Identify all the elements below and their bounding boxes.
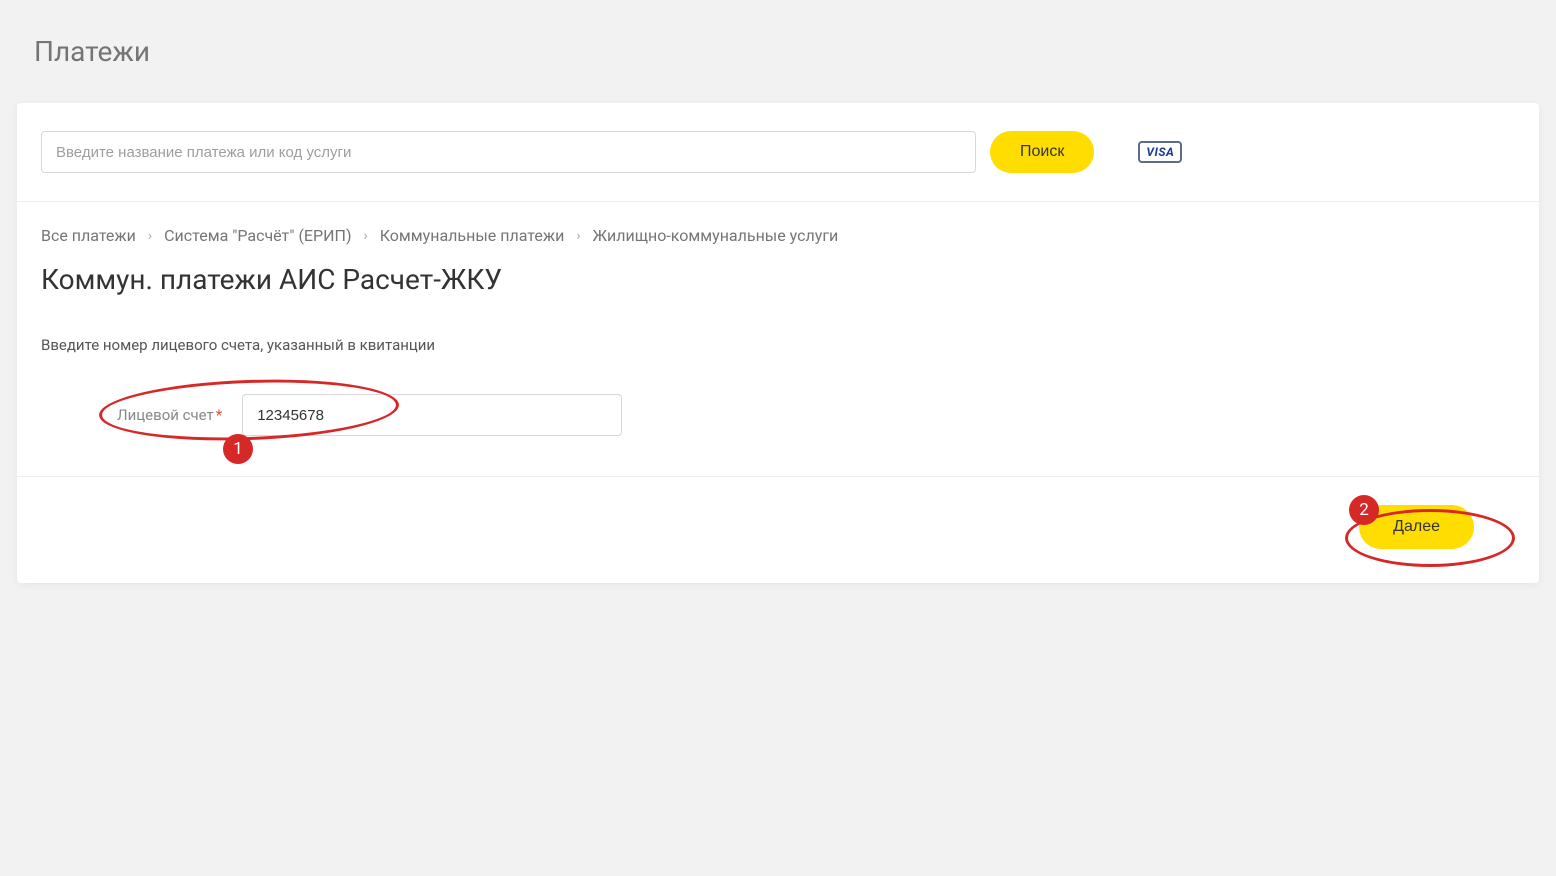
account-form-row: Лицевой счет* 1 xyxy=(17,354,1539,477)
next-button[interactable]: Далее xyxy=(1359,505,1474,549)
search-button[interactable]: Поиск xyxy=(990,131,1094,173)
chevron-right-icon: › xyxy=(576,228,580,244)
account-label-text: Лицевой счет xyxy=(117,406,214,424)
breadcrumb-item-erip[interactable]: Система "Расчёт" (ЕРИП) xyxy=(164,226,351,245)
breadcrumb-item-utility[interactable]: Коммунальные платежи xyxy=(380,226,565,245)
breadcrumb-item-housing[interactable]: Жилищно-коммунальные услуги xyxy=(593,226,839,245)
chevron-right-icon: › xyxy=(364,228,368,244)
instruction-text: Введите номер лицевого счета, указанный … xyxy=(17,296,1539,354)
search-row: Поиск VISA xyxy=(17,103,1539,202)
search-input[interactable] xyxy=(41,131,976,173)
required-mark: * xyxy=(216,406,222,424)
chevron-right-icon: › xyxy=(148,228,152,244)
actions-row: Далее 2 xyxy=(17,477,1539,583)
section-title: Коммун. платежи АИС Расчет-ЖКУ xyxy=(17,245,1539,296)
annotation-badge-1: 1 xyxy=(223,434,253,464)
visa-icon: VISA xyxy=(1138,141,1182,163)
account-label: Лицевой счет* xyxy=(117,406,222,424)
breadcrumb: Все платежи › Система "Расчёт" (ЕРИП) › … xyxy=(17,202,1539,245)
account-input[interactable] xyxy=(242,394,622,436)
payment-card: Поиск VISA Все платежи › Система "Расчёт… xyxy=(17,103,1539,583)
breadcrumb-item-all[interactable]: Все платежи xyxy=(41,226,136,245)
page-title: Платежи xyxy=(0,0,1556,68)
